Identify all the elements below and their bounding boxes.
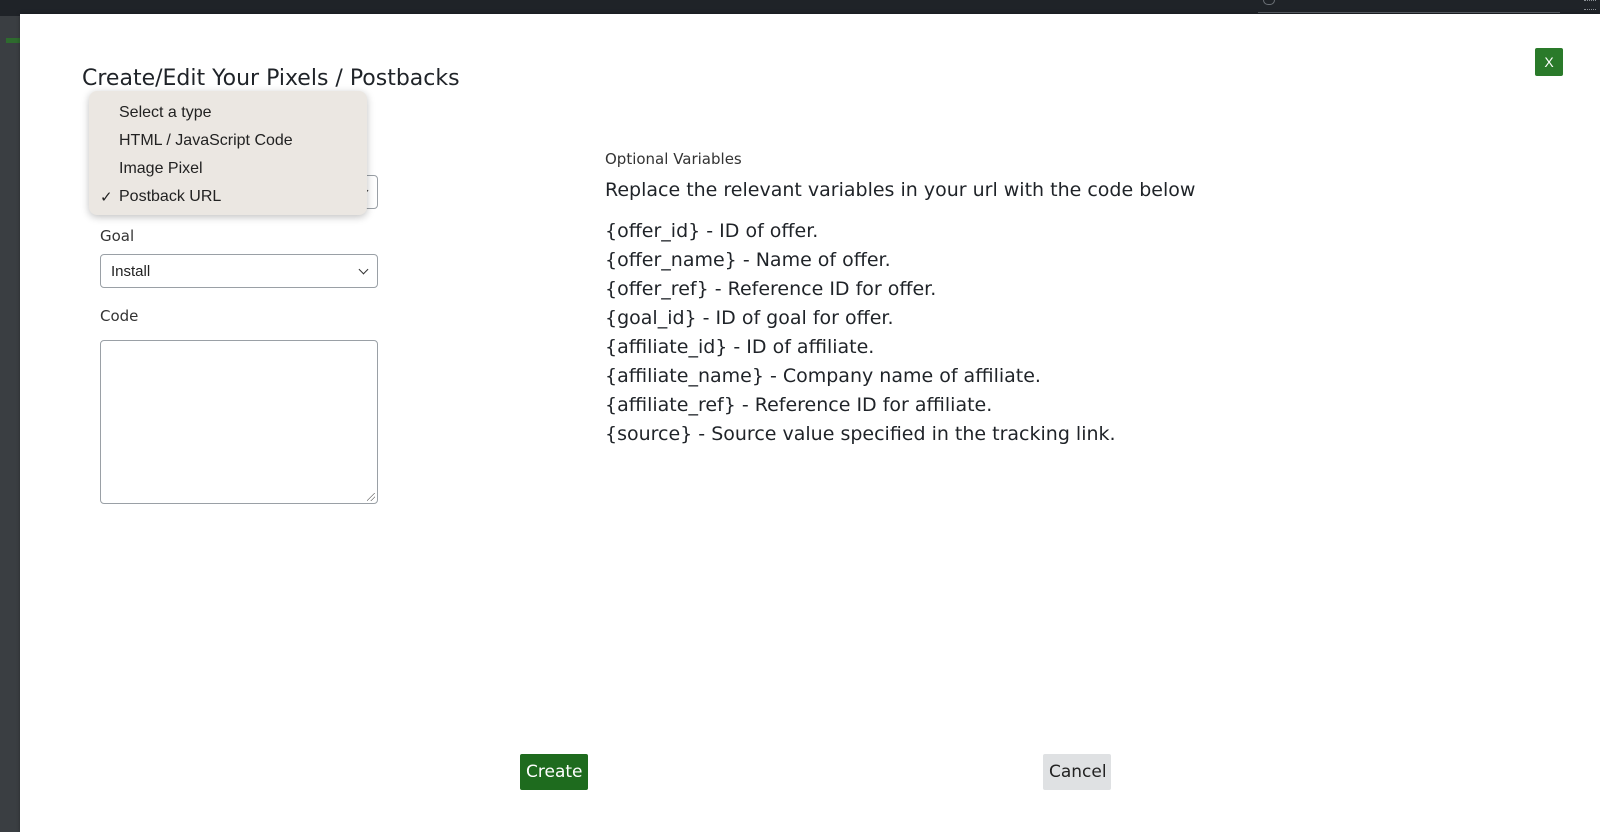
checkmark-icon: ✓ xyxy=(100,189,113,206)
dropdown-option-select-type[interactable]: Select a type xyxy=(89,99,367,127)
dropdown-option-html-js[interactable]: HTML / JavaScript Code xyxy=(89,127,367,155)
dropdown-option-label: Select a type xyxy=(119,104,212,121)
dropdown-option-label: Postback URL xyxy=(119,188,222,205)
close-button[interactable]: X xyxy=(1535,48,1563,76)
list-item: {goal_id} - ID of goal for offer. xyxy=(605,307,894,329)
list-item: {offer_id} - ID of offer. xyxy=(605,220,819,242)
modal-title: Create/Edit Your Pixels / Postbacks xyxy=(82,66,460,91)
goal-label: Goal xyxy=(100,227,135,245)
code-textarea[interactable] xyxy=(100,340,378,504)
optional-variables-heading: Optional Variables xyxy=(605,150,742,168)
list-item: {offer_name} - Name of offer. xyxy=(605,249,891,271)
list-item: {affiliate_name} - Company name of affil… xyxy=(605,365,1041,387)
variables-list: {offer_id} - ID of offer. {offer_name} -… xyxy=(605,217,1116,449)
dropdown-option-postback-url[interactable]: ✓ Postback URL xyxy=(89,183,367,211)
goal-select[interactable]: Install xyxy=(100,254,378,288)
list-item: {affiliate_id} - ID of affiliate. xyxy=(605,336,875,358)
sidebar-active-indicator xyxy=(6,38,20,43)
search-input[interactable] xyxy=(1258,12,1560,13)
pixel-postback-modal: Create/Edit Your Pixels / Postbacks X Go… xyxy=(20,14,1600,832)
resize-handle-icon[interactable] xyxy=(367,493,375,501)
list-item: {offer_ref} - Reference ID for offer. xyxy=(605,278,937,300)
menu-icon[interactable] xyxy=(1584,0,1596,10)
code-label: Code xyxy=(100,307,139,325)
list-item: {affiliate_ref} - Reference ID for affil… xyxy=(605,394,993,416)
type-dropdown-menu: Select a type HTML / JavaScript Code Ima… xyxy=(89,91,367,215)
cancel-button[interactable]: Cancel xyxy=(1043,754,1111,790)
create-button[interactable]: Create xyxy=(520,754,588,790)
dropdown-option-image-pixel[interactable]: Image Pixel xyxy=(89,155,367,183)
list-item: {source} - Source value specified in the… xyxy=(605,423,1116,445)
dropdown-option-label: HTML / JavaScript Code xyxy=(119,132,293,149)
search-icon[interactable] xyxy=(1263,0,1275,5)
background-sidebar xyxy=(0,16,20,832)
dropdown-option-label: Image Pixel xyxy=(119,160,203,177)
optional-variables-intro: Replace the relevant variables in your u… xyxy=(605,179,1196,201)
chevron-down-icon xyxy=(358,264,369,275)
goal-select-value: Install xyxy=(111,262,151,280)
